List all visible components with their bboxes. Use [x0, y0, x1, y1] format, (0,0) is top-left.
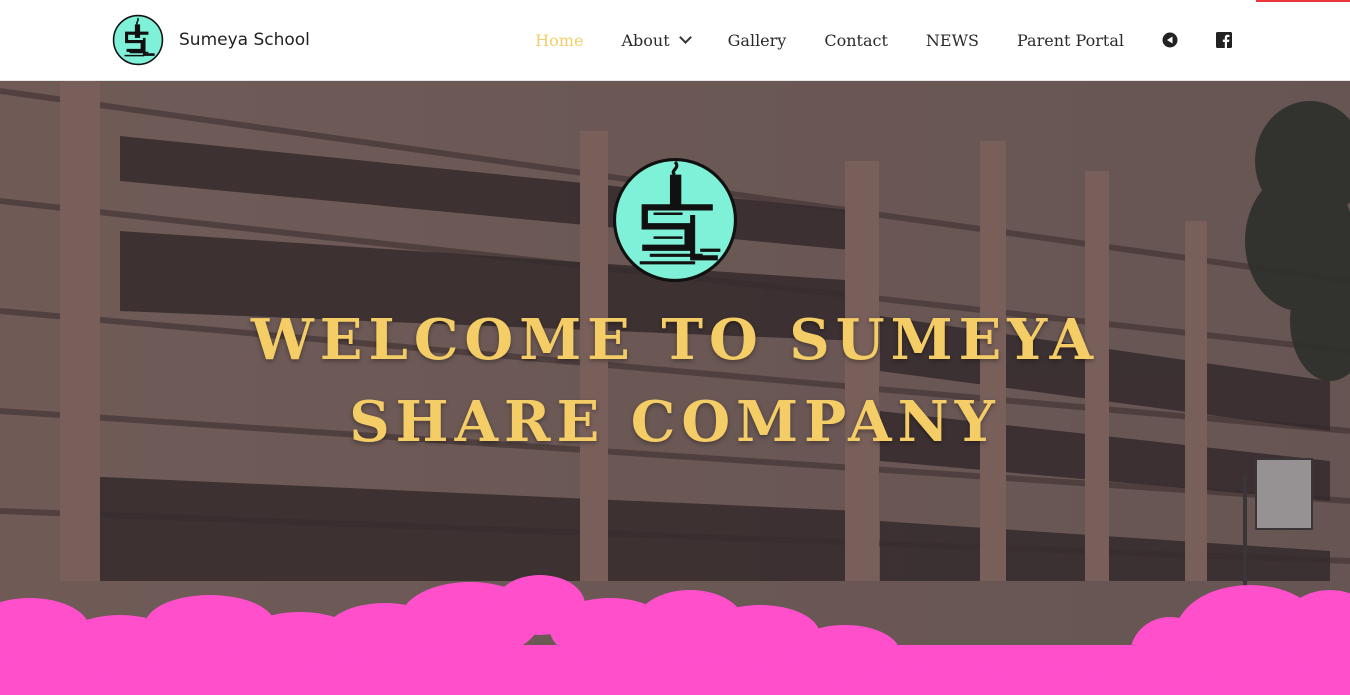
- nav-about-label: About: [621, 30, 670, 50]
- brand-name: Sumeya School: [179, 30, 310, 50]
- nav-home[interactable]: Home: [535, 31, 583, 50]
- play-back-icon[interactable]: [1162, 32, 1178, 48]
- hero-section: WELCOME TO SUMEYA SHARE COMPANY: [0, 81, 1350, 695]
- main-nav: Home About Gallery Contact NEWS Parent P…: [497, 0, 1232, 80]
- brand[interactable]: Sumeya School: [112, 14, 310, 66]
- top-accent-bar: [1256, 0, 1350, 2]
- site-header: Sumeya School Home About Gallery Contact…: [0, 0, 1350, 81]
- pink-cloud-divider: [0, 575, 1350, 695]
- school-emblem-icon: [612, 157, 738, 283]
- nav-about[interactable]: About: [621, 30, 692, 50]
- nav-gallery[interactable]: Gallery: [728, 31, 787, 50]
- hero-title: WELCOME TO SUMEYA SHARE COMPANY: [250, 307, 1100, 455]
- nav-contact[interactable]: Contact: [824, 31, 888, 50]
- nav-parent-portal[interactable]: Parent Portal: [1017, 31, 1124, 50]
- chevron-down-icon: [678, 31, 692, 44]
- school-logo-icon[interactable]: [112, 14, 164, 66]
- nav-news[interactable]: NEWS: [926, 31, 979, 50]
- facebook-icon[interactable]: [1216, 32, 1232, 48]
